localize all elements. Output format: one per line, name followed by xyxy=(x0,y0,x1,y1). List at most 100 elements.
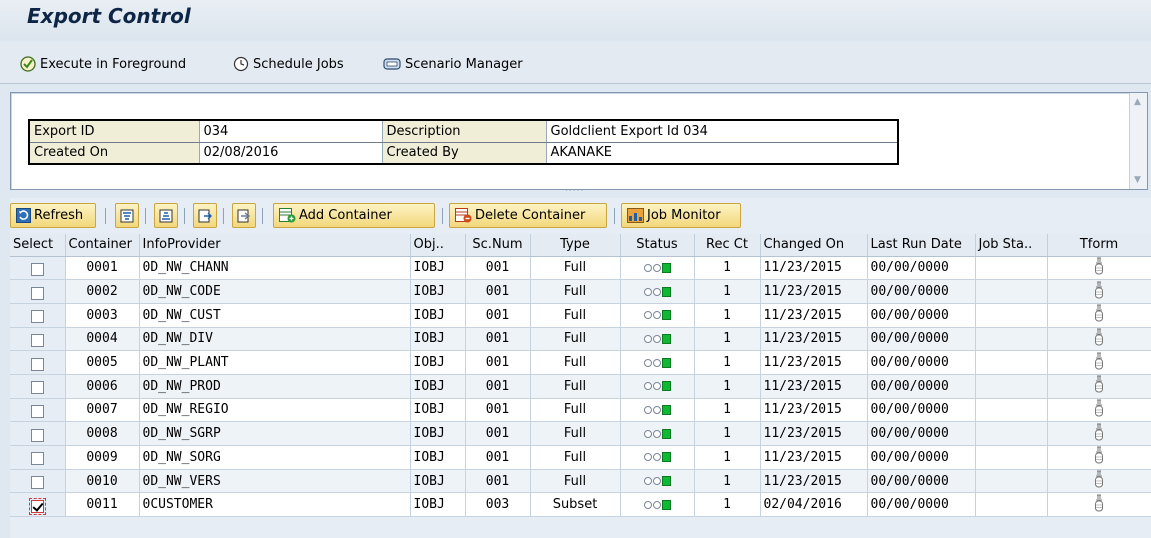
export-id-field[interactable]: 034 xyxy=(198,119,383,143)
transform-icon[interactable] xyxy=(1094,470,1104,488)
scroll-up-icon[interactable]: ▲ xyxy=(1134,97,1141,107)
row-select-checkbox[interactable] xyxy=(30,286,44,300)
row-select-cell[interactable] xyxy=(10,374,66,399)
description-field[interactable]: Goldclient Export Id 034 xyxy=(545,119,899,143)
transform-icon[interactable] xyxy=(1094,423,1104,441)
row-select-checkbox[interactable] xyxy=(30,476,44,490)
column-header-job-status[interactable]: Job Sta.. xyxy=(975,234,1048,257)
container-cell: 0011 xyxy=(65,492,140,518)
row-select-checkbox[interactable] xyxy=(30,428,44,442)
row-select-checkbox[interactable] xyxy=(30,333,44,347)
table-row[interactable]: 0001 0D_NW_CHANN IOBJ 001 Full 1 11/23/2015 00/… xyxy=(10,256,1151,281)
row-select-checkbox[interactable] xyxy=(30,310,44,324)
table-row[interactable]: 0009 0D_NW_SORG IOBJ 001 Full 1 11/23/2015 00/0… xyxy=(10,445,1151,470)
transform-cell[interactable] xyxy=(1047,445,1151,470)
refresh-button[interactable]: Refresh xyxy=(10,203,96,228)
job-monitor-button[interactable]: Job Monitor xyxy=(621,203,741,228)
traffic-light-green-icon xyxy=(643,452,671,463)
created-on-field[interactable]: 02/08/2016 xyxy=(198,141,383,165)
row-select-cell[interactable] xyxy=(10,327,66,352)
table-row[interactable]: 0003 0D_NW_CUST IOBJ 001 Full 1 11/23/2015 00/0… xyxy=(10,303,1151,328)
transform-icon[interactable] xyxy=(1094,304,1104,322)
type-cell: Full xyxy=(530,279,621,304)
column-header-type[interactable]: Type xyxy=(530,234,621,257)
column-header-status[interactable]: Status xyxy=(620,234,695,257)
column-header-infoprovider[interactable]: InfoProvider xyxy=(139,234,411,257)
sort-ascending-button[interactable] xyxy=(115,203,139,228)
transform-cell[interactable] xyxy=(1047,469,1151,494)
table-header-row: Select Container InfoProvider Obj.. Sc.N… xyxy=(10,234,1151,257)
row-select-cell[interactable] xyxy=(10,303,66,328)
column-header-scenario-number[interactable]: Sc.Num xyxy=(465,234,531,257)
row-select-cell[interactable] xyxy=(10,445,66,470)
header-scrollbar[interactable]: ▲ ▼ xyxy=(1129,93,1147,189)
splitter-handle[interactable]: ..... xyxy=(0,184,1151,198)
row-select-cell[interactable] xyxy=(10,350,66,375)
object-type-cell: IOBJ xyxy=(410,327,466,352)
row-select-cell[interactable] xyxy=(10,256,66,281)
transform-cell[interactable] xyxy=(1047,398,1151,423)
type-cell: Full xyxy=(530,421,621,446)
column-header-transform[interactable]: Tform xyxy=(1047,234,1151,257)
row-select-checkbox[interactable] xyxy=(30,452,44,466)
infoprovider-cell: 0D_NW_SORG xyxy=(139,445,411,470)
row-select-cell[interactable] xyxy=(10,279,66,304)
add-container-button[interactable]: Add Container xyxy=(273,203,435,228)
transform-cell[interactable] xyxy=(1047,303,1151,328)
row-select-checkbox[interactable] xyxy=(28,497,46,515)
transform-cell[interactable] xyxy=(1047,279,1151,304)
job-status-cell xyxy=(975,445,1048,470)
transform-icon[interactable] xyxy=(1094,399,1104,417)
row-select-cell[interactable] xyxy=(10,492,66,518)
column-header-object-type[interactable]: Obj.. xyxy=(410,234,466,257)
column-header-container[interactable]: Container xyxy=(65,234,140,257)
transform-icon[interactable] xyxy=(1094,328,1104,346)
column-header-last-run-date[interactable]: Last Run Date xyxy=(867,234,976,257)
transform-icon[interactable] xyxy=(1094,352,1104,370)
transform-cell[interactable] xyxy=(1047,374,1151,399)
container-cell: 0009 xyxy=(65,445,140,470)
column-header-select[interactable]: Select xyxy=(10,234,66,257)
transform-icon[interactable] xyxy=(1094,375,1104,393)
changed-on-cell: 11/23/2015 xyxy=(760,374,868,399)
row-select-cell[interactable] xyxy=(10,469,66,494)
table-row[interactable]: 0002 0D_NW_CODE IOBJ 001 Full 1 11/23/2015 00/0… xyxy=(10,279,1151,304)
transform-cell[interactable] xyxy=(1047,421,1151,446)
row-select-checkbox[interactable] xyxy=(30,262,44,276)
transform-icon[interactable] xyxy=(1094,281,1104,299)
table-row[interactable]: 0005 0D_NW_PLANT IOBJ 001 Full 1 11/23/2015 00/… xyxy=(10,350,1151,375)
table-row[interactable]: 0004 0D_NW_DIV IOBJ 001 Full 1 11/23/2015 00/00… xyxy=(10,327,1151,352)
execute-foreground-button[interactable]: Execute in Foreground xyxy=(20,54,186,74)
row-select-cell[interactable] xyxy=(10,398,66,423)
table-row[interactable]: 0006 0D_NW_PROD IOBJ 001 Full 1 11/23/2015 00/0… xyxy=(10,374,1151,399)
table-row[interactable]: 0008 0D_NW_SGRP IOBJ 001 Full 1 11/23/2015 00/0… xyxy=(10,421,1151,446)
table-row[interactable]: 0011 0CUSTOMER IOBJ 003 Subset 1 02/04/2016 00/… xyxy=(10,492,1151,518)
transform-icon[interactable] xyxy=(1094,446,1104,464)
transform-cell[interactable] xyxy=(1047,492,1151,518)
traffic-light-green-icon xyxy=(643,333,671,344)
sort-descending-button[interactable] xyxy=(154,203,178,228)
import-layout-button[interactable] xyxy=(232,203,256,228)
table-row[interactable]: 0010 0D_NW_VERS IOBJ 001 Full 1 11/23/2015 00/0… xyxy=(10,469,1151,494)
delete-container-button[interactable]: Delete Container xyxy=(449,203,607,228)
column-header-changed-on[interactable]: Changed On xyxy=(760,234,868,257)
scroll-down-icon[interactable]: ▼ xyxy=(1134,175,1141,185)
scenario-number-cell: 001 xyxy=(465,469,531,494)
row-select-checkbox[interactable] xyxy=(30,404,44,418)
schedule-jobs-button[interactable]: Schedule Jobs xyxy=(233,54,344,74)
created-by-field[interactable]: AKANAKE xyxy=(545,141,899,165)
column-header-record-count[interactable]: Rec Ct xyxy=(694,234,761,257)
transform-cell[interactable] xyxy=(1047,327,1151,352)
export-layout-button[interactable] xyxy=(193,203,217,228)
row-select-cell[interactable] xyxy=(10,421,66,446)
created-by-label: Created By xyxy=(381,141,547,165)
transform-icon[interactable] xyxy=(1094,257,1104,275)
transform-cell[interactable] xyxy=(1047,256,1151,281)
table-row[interactable]: 0007 0D_NW_REGIO IOBJ 001 Full 1 11/23/2015 00/… xyxy=(10,398,1151,423)
row-select-checkbox[interactable] xyxy=(30,381,44,395)
row-select-checkbox[interactable] xyxy=(30,357,44,371)
scenario-manager-button[interactable]: Scenario Manager xyxy=(383,54,523,74)
transform-cell[interactable] xyxy=(1047,350,1151,375)
record-count-cell: 1 xyxy=(694,421,761,446)
transform-icon[interactable] xyxy=(1094,494,1104,512)
